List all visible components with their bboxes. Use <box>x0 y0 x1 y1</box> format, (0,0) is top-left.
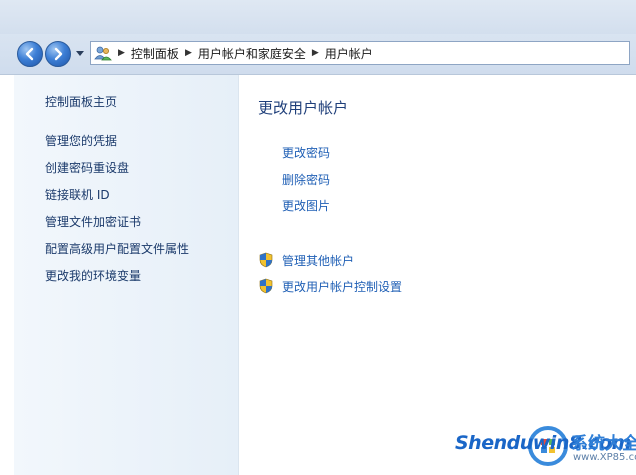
navigation-bar: ▶ 控制面板 ▶ 用户帐户和家庭安全 ▶ 用户帐户 <box>0 34 636 75</box>
uac-shield-icon <box>259 278 273 294</box>
breadcrumb-control-panel[interactable]: 控制面板 <box>131 45 179 62</box>
recent-pages-dropdown[interactable] <box>75 48 85 60</box>
control-panel-window: ▶ 控制面板 ▶ 用户帐户和家庭安全 ▶ 用户帐户 控制面板主页 管理您的凭据 … <box>0 0 636 475</box>
sidebar-item-manage-encryption-certificates[interactable]: 管理文件加密证书 <box>45 213 141 230</box>
forward-button[interactable] <box>45 41 71 67</box>
address-bar[interactable]: ▶ 控制面板 ▶ 用户帐户和家庭安全 ▶ 用户帐户 <box>90 41 630 65</box>
uac-shield-icon <box>259 252 273 268</box>
breadcrumb-separator: ▶ <box>184 48 192 58</box>
page-title: 更改用户帐户 <box>258 99 349 117</box>
change-uac-settings-link[interactable]: 更改用户帐户控制设置 <box>282 278 402 295</box>
manage-other-accounts-link[interactable]: 管理其他帐户 <box>282 252 354 269</box>
watermark-url: www.XP85.com <box>573 452 636 463</box>
remove-password-link[interactable]: 删除密码 <box>282 171 330 188</box>
sidebar-item-change-environment-variables[interactable]: 更改我的环境变量 <box>45 267 141 284</box>
arrow-left-icon <box>25 47 34 61</box>
breadcrumb-user-accounts-family-safety[interactable]: 用户帐户和家庭安全 <box>198 45 306 62</box>
sidebar-item-manage-credentials[interactable]: 管理您的凭据 <box>45 132 117 149</box>
title-bar <box>0 0 636 34</box>
sidebar-item-create-password-reset-disk[interactable]: 创建密码重设盘 <box>45 159 129 176</box>
sidebar-item-control-panel-home[interactable]: 控制面板主页 <box>45 93 117 110</box>
change-picture-link[interactable]: 更改图片 <box>282 197 330 214</box>
back-button[interactable] <box>17 41 43 67</box>
pane-divider <box>238 75 239 475</box>
breadcrumb-user-accounts[interactable]: 用户帐户 <box>325 45 373 62</box>
change-password-link[interactable]: 更改密码 <box>282 144 330 161</box>
breadcrumb-separator: ▶ <box>118 48 125 58</box>
watermark: Shenduwin8.com 系统大全 www.XP85.com <box>455 425 636 475</box>
chevron-down-icon <box>76 51 84 56</box>
breadcrumb-separator: ▶ <box>311 48 319 58</box>
sidebar-item-link-online-id[interactable]: 链接联机 ID <box>45 186 110 203</box>
arrow-right-icon <box>54 47 63 61</box>
watermark-cn-text: 系统大全 <box>571 434 636 454</box>
users-icon <box>94 44 112 62</box>
sidebar-item-advanced-profile-properties[interactable]: 配置高级用户配置文件属性 <box>45 240 189 257</box>
